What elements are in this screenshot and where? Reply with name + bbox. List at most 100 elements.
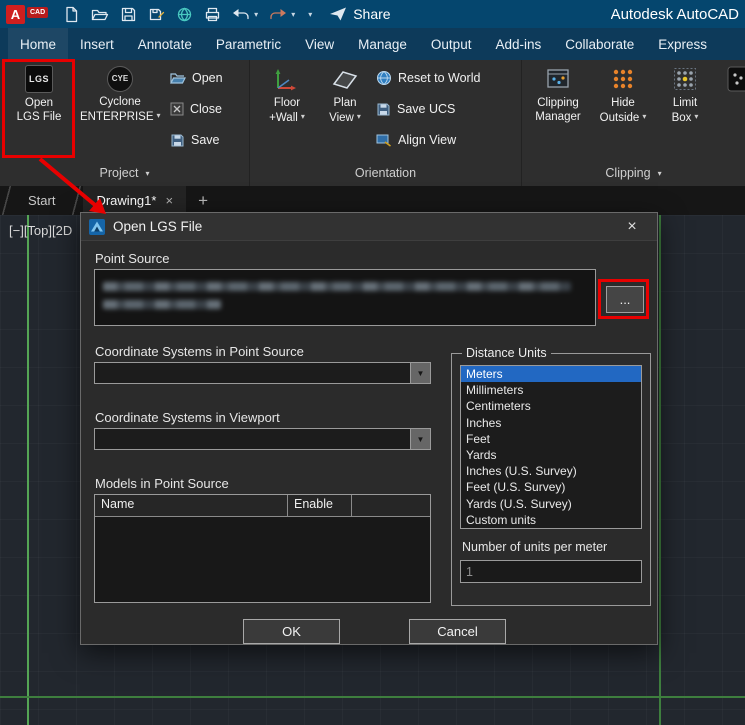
save-button[interactable] [120,3,137,25]
redo-dropdown-caret[interactable]: ▾ [291,10,295,19]
lgs-app-icon [89,219,105,235]
panel-label-project[interactable]: Project▾ [0,160,249,186]
coord-systems-viewport-combo[interactable]: ▼ [94,428,431,450]
cyclone-label-line1: Cyclone [80,95,160,109]
globe-icon [376,70,392,86]
open-lgs-label-line1: Open [6,96,72,110]
redo-button[interactable] [269,3,287,25]
panel-project-caret-icon: ▾ [145,169,149,178]
tab-drawing1[interactable]: Drawing1* × [83,186,186,215]
save-ucs-label: Save UCS [397,102,455,116]
tab-divider [70,186,83,215]
distance-unit-option[interactable]: Feet (U.S. Survey) [461,479,641,495]
tab-start[interactable]: Start [13,186,70,215]
ribbon-tab-home[interactable]: Home [8,28,68,60]
open-file-button[interactable] [91,3,109,25]
distance-units-group: Distance Units Meters Millimeters Centim… [451,346,651,606]
distance-unit-option[interactable]: Centimeters [461,398,641,414]
distance-unit-option[interactable]: Inches [461,415,641,431]
models-column-name: Name [95,495,288,516]
units-per-meter-input[interactable] [460,560,642,583]
floor-wall-button[interactable]: Floor +Wall▾ [258,65,316,125]
hide-outside-button[interactable]: Hide Outside▾ [594,65,652,125]
web-mobile-icon [176,6,193,23]
panel-clipping-caret-icon: ▾ [658,169,662,178]
new-file-button[interactable] [63,3,80,25]
ok-button[interactable]: OK [243,619,340,644]
distance-unit-option[interactable]: Yards (U.S. Survey) [461,496,641,512]
reset-to-world-button[interactable]: Reset to World [376,66,480,90]
tab-close-icon[interactable]: × [165,193,173,208]
coord-systems-point-source-combo[interactable]: ▼ [94,362,431,384]
open-lgs-file-button[interactable]: LGS Open LGS File [6,65,72,124]
open-folder-icon [91,6,109,23]
undo-button[interactable] [232,3,250,25]
cyclone-enterprise-button[interactable]: CYE Cyclone ENTERPRISE▾ [80,65,160,124]
models-table-header: Name Enable [95,495,430,517]
ribbon: LGS Open LGS File CYE Cyclone ENTERPRISE… [0,60,745,186]
new-drawing-button[interactable]: + [186,186,220,215]
dialog-titlebar[interactable]: Open LGS File × [81,213,657,241]
acad-logo[interactable]: A CAD [6,5,48,24]
distance-unit-option[interactable]: Custom units [461,512,641,528]
project-open-label: Open [192,71,223,85]
save-as-icon [148,6,165,23]
models-table[interactable]: Name Enable [94,494,431,603]
clipping-manager-button[interactable]: Clipping Manager [528,65,588,124]
save-icon [120,6,137,23]
ribbon-tab-addins[interactable]: Add-ins [483,28,553,60]
ribbon-tab-output[interactable]: Output [419,28,484,60]
panel-label-orientation[interactable]: Orientation [250,160,521,186]
distance-units-list[interactable]: Meters Millimeters Centimeters Inches Fe… [460,365,642,529]
distance-unit-option[interactable]: Inches (U.S. Survey) [461,463,641,479]
clipped-ribbon-button[interactable] [720,65,745,96]
grid-axis-horizontal [0,696,745,698]
autocad-window: A CAD ▾ ▾ ▾ Share [0,0,745,725]
ribbon-tab-parametric[interactable]: Parametric [204,28,293,60]
combo-dropdown-icon[interactable]: ▼ [410,429,430,449]
open-folder-icon [170,71,186,85]
plan-view-button[interactable]: Plan View▾ [318,65,372,125]
distance-unit-option[interactable]: Meters [461,366,641,382]
distance-unit-option[interactable]: Millimeters [461,382,641,398]
browse-button[interactable]: ... [606,286,644,313]
align-view-icon [376,133,392,147]
dialog-close-button[interactable]: × [615,213,649,240]
hide-outside-label-line1: Hide [594,96,652,110]
point-source-path-blurred [103,300,221,309]
cancel-button[interactable]: Cancel [409,619,506,644]
point-source-path-field[interactable] [94,269,596,326]
limit-box-button[interactable]: Limit Box▾ [658,65,712,125]
floor-wall-caret-icon: ▾ [301,112,305,121]
save-ucs-button[interactable]: Save UCS [376,97,480,121]
ribbon-tab-view[interactable]: View [293,28,346,60]
project-open-button[interactable]: Open [170,66,223,90]
ribbon-tab-collaborate[interactable]: Collaborate [553,28,646,60]
plan-view-label-line2: View [329,112,354,124]
ribbon-tab-manage[interactable]: Manage [346,28,419,60]
save-to-web-button[interactable] [176,3,193,25]
qat-customize-caret[interactable]: ▾ [308,10,312,19]
units-per-meter-label: Number of units per meter [462,540,642,554]
distance-unit-option[interactable]: Feet [461,431,641,447]
align-view-button[interactable]: Align View [376,128,480,152]
models-column-enable: Enable [288,495,352,516]
save-as-button[interactable] [148,3,165,25]
panel-label-clipping[interactable]: Clipping▾ [522,160,745,186]
share-plane-icon [329,6,347,22]
plot-button[interactable] [204,3,221,25]
undo-dropdown-caret[interactable]: ▾ [254,10,258,19]
ribbon-tab-annotate[interactable]: Annotate [126,28,204,60]
ribbon-tab-express[interactable]: Express [646,28,719,60]
ribbon-tab-insert[interactable]: Insert [68,28,126,60]
share-button[interactable]: Share [329,6,390,22]
project-save-button[interactable]: Save [170,128,223,152]
project-close-button[interactable]: Close [170,97,223,121]
viewport-controls[interactable]: [−][Top][2D [9,223,72,238]
distance-unit-option[interactable]: Yards [461,447,641,463]
orientation-small-buttons: Reset to World Save UCS Align View [376,66,480,159]
combo-dropdown-icon[interactable]: ▼ [410,363,430,383]
ribbon-panel-orientation: Floor +Wall▾ Plan View▾ Reset to World S… [250,60,522,186]
hide-outside-dots-icon [594,65,652,96]
models-column-filler [352,495,430,516]
